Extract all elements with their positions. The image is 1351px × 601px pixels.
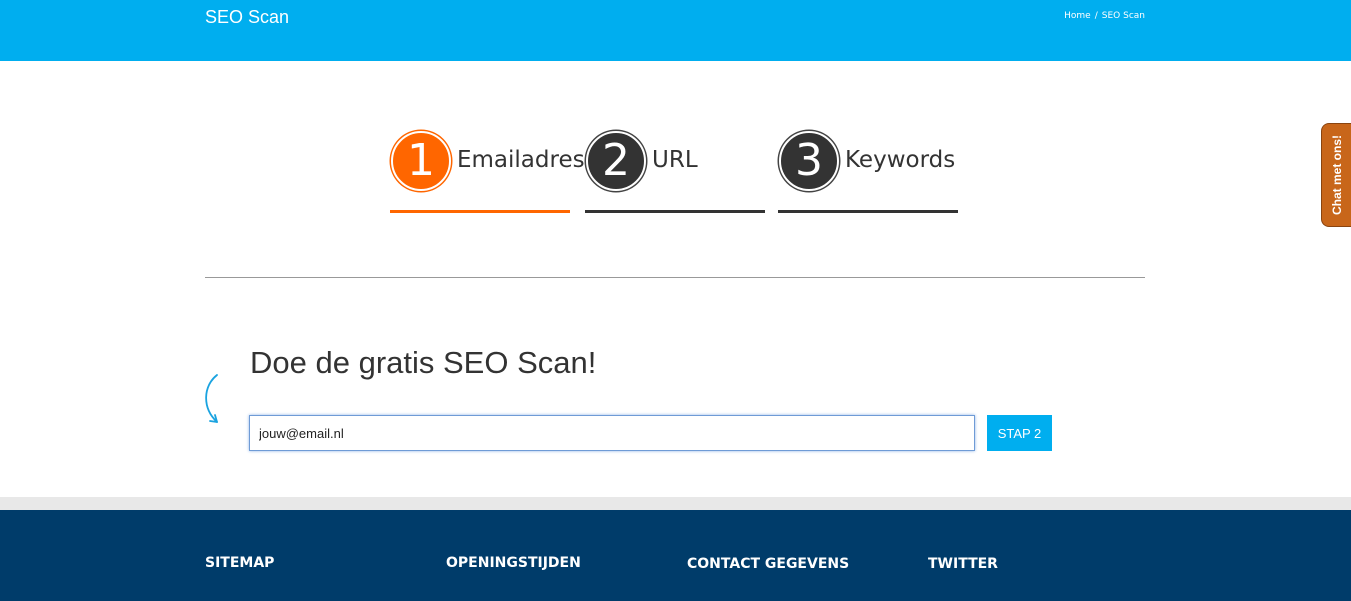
step-2-number-circle: 2 (586, 131, 646, 191)
step-1-number-circle: 1 (391, 131, 451, 191)
chat-tab-label: Chat met ons! (1329, 134, 1344, 216)
step-1: 1 Emailadres (390, 130, 585, 215)
step-1-label: Emailadres (457, 147, 585, 173)
step-3-label: Keywords (845, 147, 956, 173)
breadcrumb-home-link[interactable]: Home (1064, 11, 1091, 21)
chat-tab[interactable]: Chat met ons! (1321, 123, 1351, 227)
step-1-underline (390, 210, 570, 213)
site-footer: SITEMAP OPENINGSTIJDEN CONTACT GEGEVENS … (0, 510, 1351, 601)
breadcrumb-separator: / (1094, 11, 1098, 21)
step-2: 2 URL (585, 130, 765, 215)
next-step-button[interactable]: STAP 2 (987, 415, 1052, 451)
section-divider (205, 277, 1145, 278)
footer-heading-openingstijden: OPENINGSTIJDEN (446, 555, 581, 571)
site-header: SEO Scan Home / SEO Scan (0, 0, 1351, 61)
form-heading: Doe de gratis SEO Scan! (250, 345, 597, 380)
site-title[interactable]: SEO Scan (205, 7, 289, 28)
footer-heading-sitemap: SITEMAP (205, 555, 275, 571)
email-input[interactable] (249, 415, 975, 451)
breadcrumb: Home / SEO Scan (1064, 11, 1145, 21)
step-3: 3 Keywords (778, 130, 958, 215)
step-3-underline (778, 210, 958, 213)
step-3-number-circle: 3 (779, 131, 839, 191)
step-2-label: URL (652, 147, 698, 173)
footer-heading-twitter: TWITTER (928, 556, 998, 572)
breadcrumb-current: SEO Scan (1101, 11, 1145, 21)
step-2-underline (585, 210, 765, 213)
footer-heading-contact: CONTACT GEGEVENS (687, 556, 850, 572)
footer-separator-band (0, 497, 1351, 510)
step-indicator: 1 Emailadres 2 URL 3 Keywords (390, 130, 960, 215)
curved-arrow-icon (205, 374, 218, 423)
